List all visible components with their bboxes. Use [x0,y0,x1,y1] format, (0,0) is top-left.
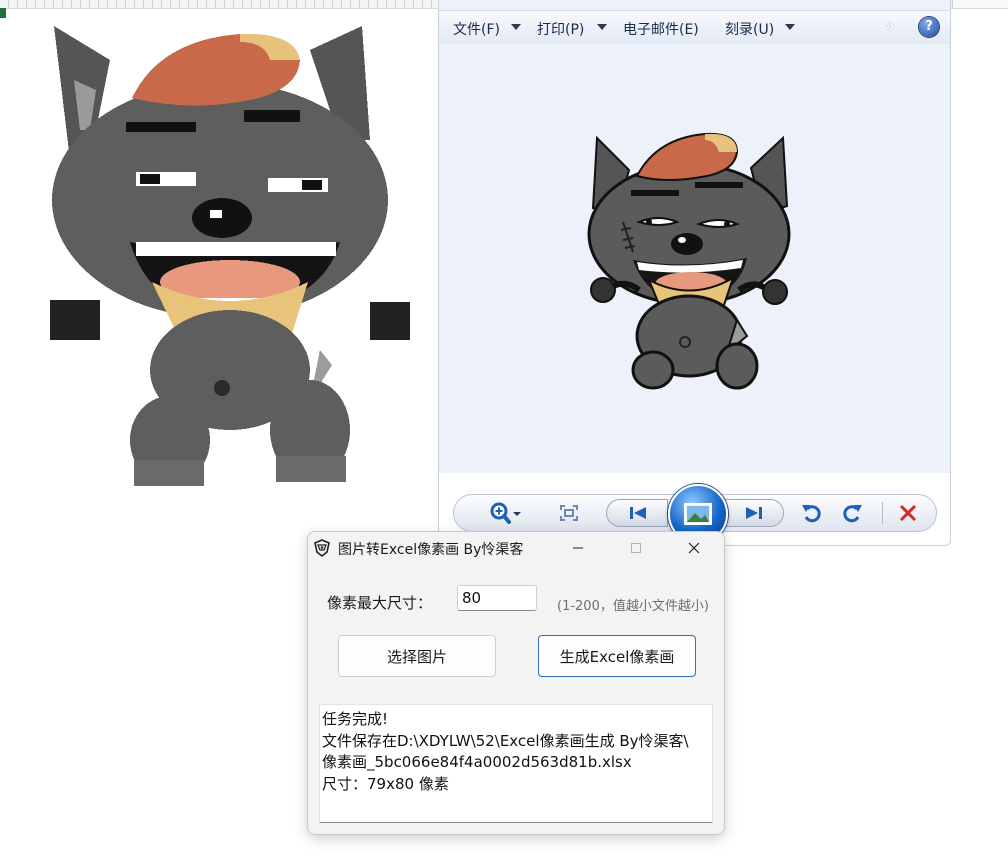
wolf-cartoon-image [587,132,791,390]
dialog-title: 图片转Excel像素画 By怜渠客 [338,542,524,558]
log-line: 尺寸：79x80 像素 [322,774,449,793]
converter-dialog: 图片转Excel像素画 By怜渠客 像素最大尺寸： (1-200，值越小文件越小… [307,531,725,835]
minimize-icon[interactable] [562,536,594,560]
excel-column-header-right [952,0,1008,8]
pixel-size-input[interactable] [457,585,537,611]
viewer-toolbar [453,484,937,544]
log-line: 文件保存在D:\XDYLW\52\Excel像素画生成 By怜渠客\ [322,731,689,750]
delete-icon[interactable] [894,497,922,529]
dialog-titlebar[interactable]: 图片转Excel像素画 By怜渠客 [308,532,724,564]
maximize-icon[interactable] [620,536,652,560]
excel-pixel-art-wolf [50,26,410,486]
app-logo-icon [314,539,330,558]
log-line: 任务完成! [322,710,389,728]
log-line: 像素画_5bc066e84f4a0002d563d81b.xlsx [322,753,632,771]
menu-burn[interactable]: 刻录(U) [725,19,774,39]
photo-viewer-window: 文件(F) 打印(P) 电子邮件(E) 刻录(U) » ? [438,0,951,546]
menu-print[interactable]: 打印(P) [537,19,584,39]
chevron-down-icon[interactable] [785,24,795,30]
generate-excel-button[interactable]: 生成Excel像素画 [538,635,696,677]
pixel-size-hint: (1-200，值越小文件越小) [557,599,709,614]
pixel-size-label: 像素最大尺寸： [327,594,433,612]
close-icon[interactable] [678,536,710,560]
fit-window-icon[interactable] [554,497,584,529]
zoom-icon[interactable] [484,497,526,529]
menu-email[interactable]: 电子邮件(E) [623,19,699,39]
viewer-menubar: 文件(F) 打印(P) 电子邮件(E) 刻录(U) » ? [439,10,950,45]
rotate-right-icon[interactable] [838,497,866,529]
help-icon[interactable]: ? [919,17,939,37]
output-log[interactable]: 任务完成! 文件保存在D:\XDYLW\52\Excel像素画生成 By怜渠客\… [319,704,713,823]
chevron-down-icon[interactable] [597,24,607,30]
viewer-image-canvas [439,44,950,473]
menu-file[interactable]: 文件(F) [453,19,500,39]
chevron-down-icon[interactable] [511,24,521,30]
previous-icon[interactable] [606,499,668,527]
toolbar-divider [882,502,883,524]
rotate-left-icon[interactable] [798,497,826,529]
excel-select-all-corner[interactable] [0,8,6,18]
next-icon[interactable] [722,499,784,527]
select-image-button[interactable]: 选择图片 [338,635,496,677]
chevrons-right-icon[interactable]: » [885,16,895,35]
